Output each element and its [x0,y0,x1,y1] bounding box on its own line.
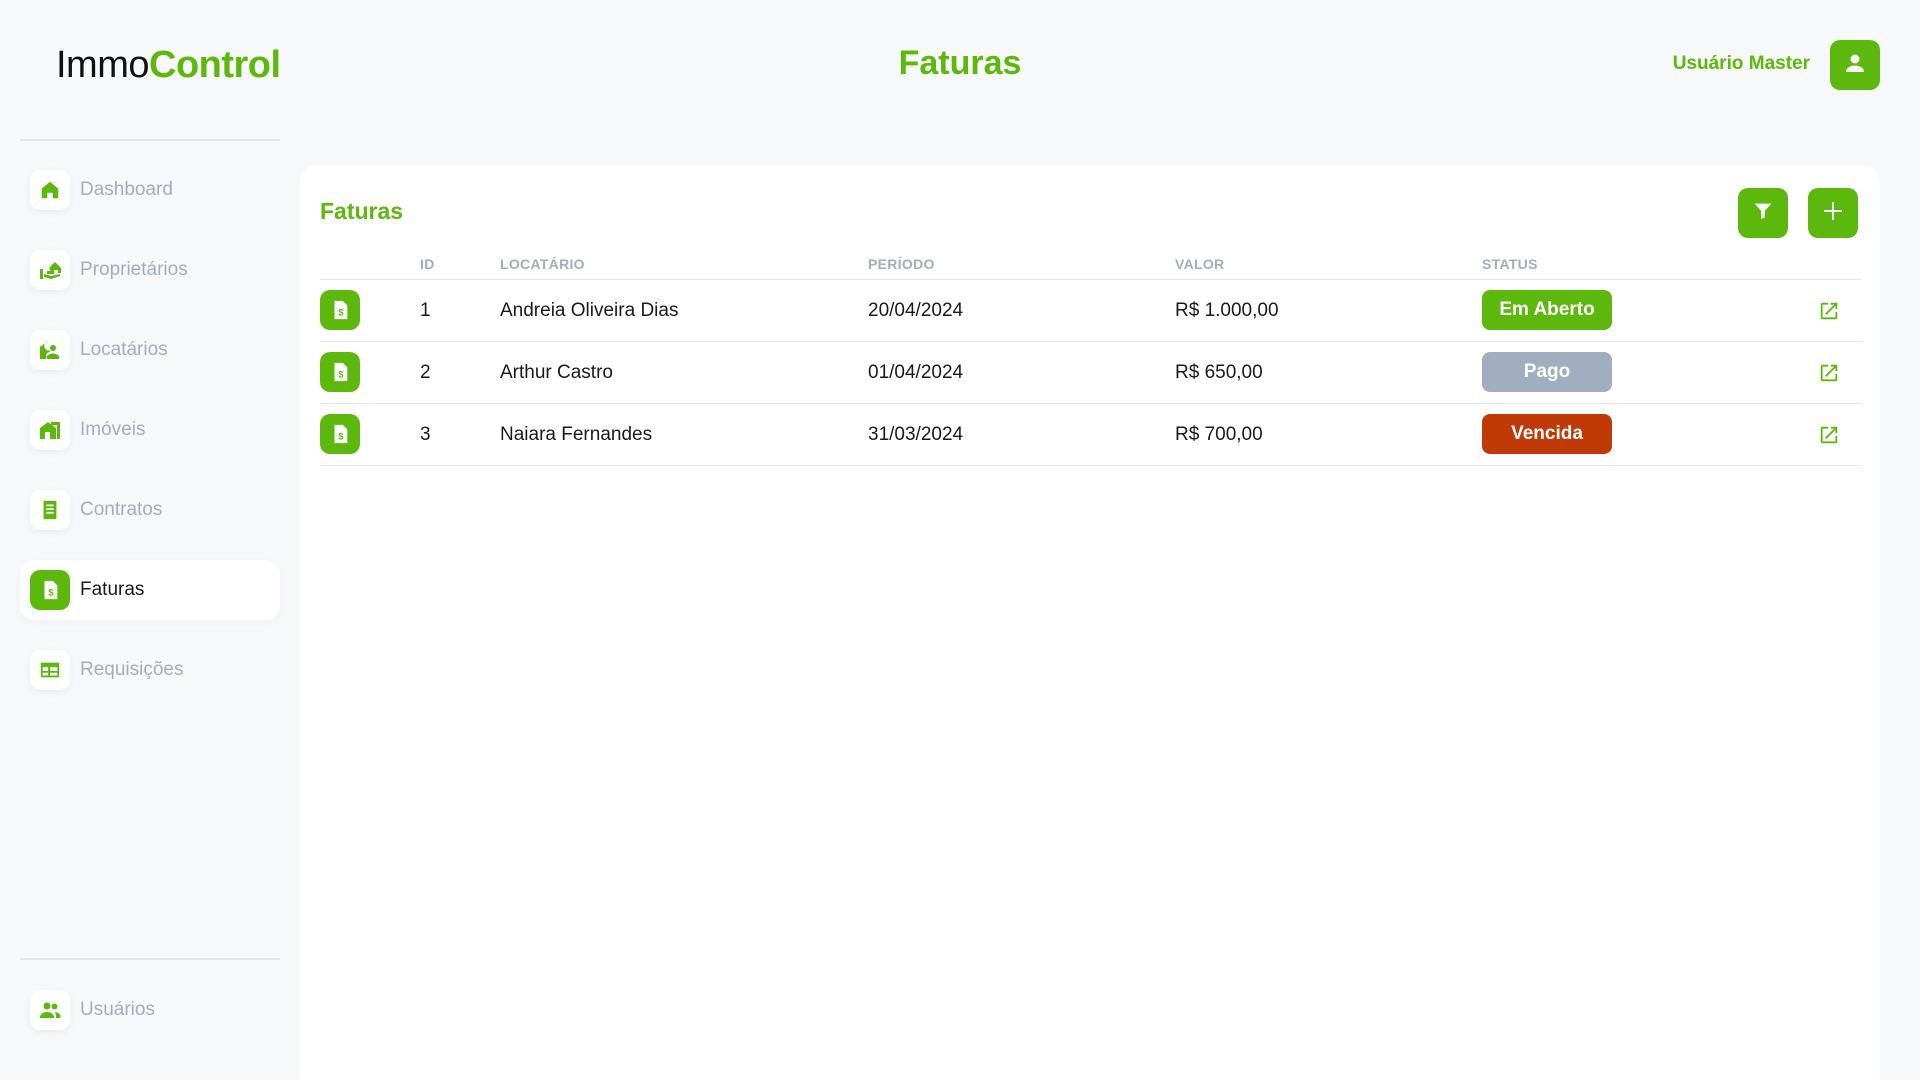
cell-value: R$ 1.000,00 [1175,300,1279,321]
sidebar-item-label: Requisições [80,659,184,680]
sidebar: ImmoControl Dashboard Proprietários Loca… [0,0,300,1080]
cell-value: R$ 650,00 [1175,362,1263,383]
column-header-status[interactable]: STATUS [1482,256,1538,272]
external-link-icon [1820,364,1838,382]
user-avatar-button[interactable] [1830,40,1880,90]
cell-id: 1 [420,300,431,321]
table-row[interactable]: $ 1 Andreia Oliveira Dias 20/04/2024 R$ … [320,280,1862,342]
app-root: ImmoControl Dashboard Proprietários Loca… [0,0,1920,1080]
sidebar-divider-bottom [20,958,280,960]
add-invoice-button[interactable] [1808,188,1858,238]
user-name[interactable]: Usuário Master [1673,53,1810,75]
sidebar-item-label: Faturas [80,579,145,600]
sidebar-item-label: Locatários [80,339,168,360]
table-row[interactable]: $ 2 Arthur Castro 01/04/2024 R$ 650,00 P… [320,342,1862,404]
external-link-icon [1820,302,1838,320]
cell-id: 2 [420,362,431,383]
cell-period: 20/04/2024 [868,300,964,321]
open-invoice-link[interactable] [1817,299,1841,323]
status-badge: Vencida [1482,414,1612,454]
sidebar-item-label: Usuários [80,999,155,1020]
cell-id: 3 [420,424,431,445]
svg-text:$: $ [48,588,53,598]
sidebar-item-contratos[interactable]: Contratos [20,480,280,540]
table-header: ID LOCATÁRIO PERÍODO VALOR STATUS [320,252,1862,280]
table-icon [30,650,70,690]
invoice-icon: $ [30,570,70,610]
building-icon [30,410,70,450]
app-logo[interactable]: ImmoControl [56,44,281,87]
status-badge: Em Aberto [1482,290,1612,330]
status-badge: Pago [1482,352,1612,392]
logo-text-control: Control [149,44,281,86]
cell-tenant: Naiara Fernandes [500,424,653,445]
sidebar-item-label: Imóveis [80,419,146,440]
sidebar-item-label: Dashboard [80,179,173,200]
external-link-icon [1820,426,1838,444]
home-icon [30,170,70,210]
cell-period: 01/04/2024 [868,362,964,383]
filter-button[interactable] [1738,188,1788,238]
column-header-id[interactable]: ID [420,256,435,272]
table-row[interactable]: $ 3 Naiara Fernandes 31/03/2024 R$ 700,0… [320,404,1862,466]
open-invoice-link[interactable] [1817,361,1841,385]
tenant-icon [30,330,70,370]
invoice-icon: $ [320,352,360,392]
column-header-periodo[interactable]: PERÍODO [868,256,935,272]
svg-text:$: $ [338,432,343,442]
contract-icon [30,490,70,530]
svg-text:$: $ [338,370,343,380]
sidebar-item-label: Proprietários [80,259,188,280]
filter-icon [1752,200,1774,227]
sidebar-item-proprietarios[interactable]: Proprietários [20,240,280,300]
svg-text:$: $ [338,308,343,318]
cell-tenant: Andreia Oliveira Dias [500,300,679,321]
cell-tenant: Arthur Castro [500,362,613,383]
card-title: Faturas [320,198,404,224]
column-header-locatario[interactable]: LOCATÁRIO [500,256,585,272]
sidebar-item-usuarios[interactable]: Usuários [20,980,280,1040]
invoices-card: Faturas ID LOCATÁRIO PERÍODO VALOR STATU… [300,166,1880,1080]
user-icon [1843,51,1867,80]
cell-value: R$ 700,00 [1175,424,1263,445]
sidebar-item-locatarios[interactable]: Locatários [20,320,280,380]
sidebar-item-faturas[interactable]: $ Faturas [20,560,280,620]
sidebar-nav: Dashboard Proprietários Locatários Imóve… [20,160,280,720]
sidebar-item-requisicoes[interactable]: Requisições [20,640,280,700]
invoices-table: ID LOCATÁRIO PERÍODO VALOR STATUS $ 1 An… [320,252,1862,466]
sidebar-item-label: Contratos [80,499,163,520]
users-icon [30,990,70,1030]
sidebar-item-dashboard[interactable]: Dashboard [20,160,280,220]
plus-icon [1821,199,1845,228]
sidebar-divider-top [20,139,280,141]
column-header-valor[interactable]: VALOR [1175,256,1224,272]
invoice-icon: $ [320,414,360,454]
open-invoice-link[interactable] [1817,423,1841,447]
sidebar-item-imoveis[interactable]: Imóveis [20,400,280,460]
owner-icon [30,250,70,290]
cell-period: 31/03/2024 [868,424,964,445]
logo-text-immo: Immo [56,44,150,86]
invoice-icon: $ [320,290,360,330]
sidebar-bottom-nav: Usuários [20,980,280,1060]
